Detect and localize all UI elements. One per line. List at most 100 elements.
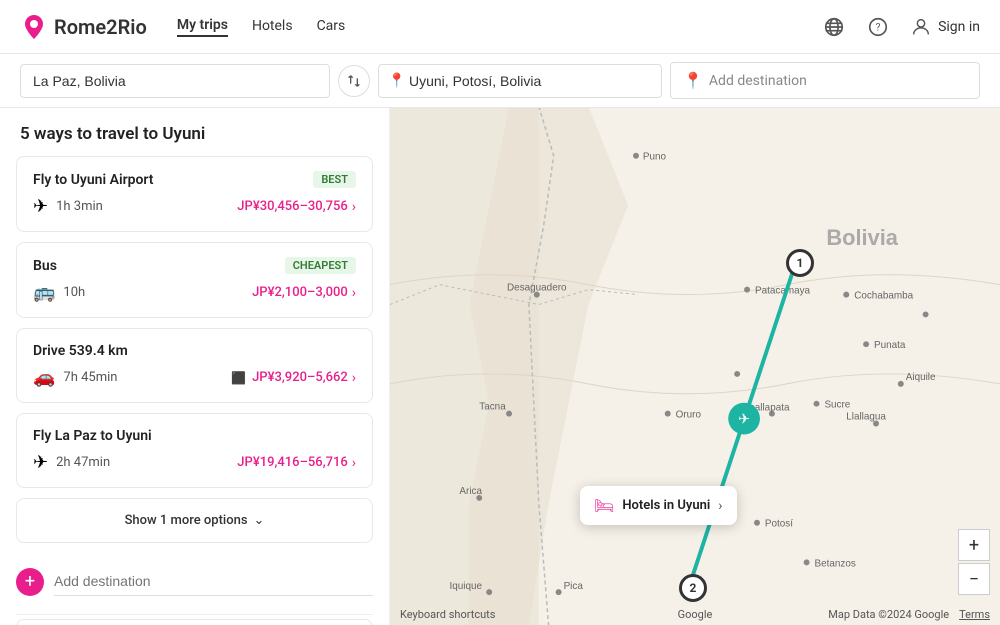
bus-icon: 🚌 [33,282,55,303]
route-left-2: 🚗 7h 45min [33,367,117,388]
plane-icon-3: ✈ [33,452,48,473]
show-more-label: Show 1 more options [125,513,248,528]
route-header-fly-uyuni: Fly to Uyuni Airport BEST [33,171,356,188]
route-card-bus[interactable]: Bus CHEAPEST 🚌 10h JP¥2,100–3,000 › [16,242,373,318]
svg-text:Aiquile: Aiquile [906,372,936,383]
svg-text:Pica: Pica [564,581,584,592]
map-marker-1: 1 [786,249,814,277]
route-chevron-0: › [352,199,356,215]
route-price-0: JP¥30,456–30,756 › [237,199,356,215]
keyboard-shortcuts[interactable]: Keyboard shortcuts [400,608,495,621]
hotels-card[interactable]: 🛏 Hotels in Uyuni Compare stays ↗ [16,619,373,625]
marker-label-2: 2 [690,581,697,595]
help-icon[interactable]: ? [866,15,890,39]
route-details-1: 🚌 10h JP¥2,100–3,000 › [33,282,356,303]
origin-input[interactable] [20,64,330,98]
terms-link[interactable]: Terms [959,608,990,621]
route-chevron-3: › [352,455,356,471]
add-destination-input[interactable] [54,567,373,596]
route-header-drive: Drive 539.4 km [33,343,356,359]
zoom-in-button[interactable]: + [958,529,990,561]
swap-button[interactable] [338,65,370,97]
map-terms-area: Map Data ©2024 Google Terms [828,608,990,621]
destination-wrapper: 📍 [378,64,662,98]
route-price-3: JP¥19,416–56,716 › [237,455,356,471]
sign-in-label: Sign in [938,19,980,35]
add-dest-pin-icon: 📍 [683,71,703,90]
svg-text:Desaguadero: Desaguadero [507,283,567,294]
logo-text: Rome2Rio [54,15,147,39]
route-card-fly-uyuni[interactable]: Fly to Uyuni Airport BEST ✈ 1h 3min JP¥3… [16,156,373,232]
google-logo: Google [678,608,713,621]
route-time-2: 7h 45min [63,370,117,385]
route-name-0: Fly to Uyuni Airport [33,172,154,188]
svg-text:Punata: Punata [874,340,906,351]
left-panel: 5 ways to travel to Uyuni Fly to Uyuni A… [0,108,390,625]
map-controls: + − [958,529,990,595]
show-more-chevron-icon: ⌄ [254,513,265,528]
marker-label-1: 1 [797,256,804,270]
car-icon: 🚗 [33,367,55,388]
badge-best: BEST [313,171,356,188]
add-destination-label: Add destination [709,73,807,89]
svg-text:Betanzos: Betanzos [815,558,856,569]
sign-in-button[interactable]: Sign in [910,16,980,38]
svg-text:Tacna: Tacna [479,402,506,413]
logo-icon [20,13,48,41]
nav-my-trips[interactable]: My trips [177,17,228,37]
popup-hotel-icon: 🛏 [594,496,614,515]
route-header-fly-lapaz: Fly La Paz to Uyuni [33,428,356,444]
badge-cheapest: CHEAPEST [285,257,356,274]
header-right: ? Sign in [822,15,980,39]
currency-icon-2: ⬛ [231,371,246,385]
show-more-button[interactable]: Show 1 more options ⌄ [16,498,373,543]
globe-icon[interactable] [822,15,846,39]
svg-text:Iquique: Iquique [450,581,483,592]
route-time-3: 2h 47min [56,455,110,470]
svg-text:Arica: Arica [459,486,482,497]
price-text-1: JP¥2,100–3,000 [252,285,348,300]
route-details-0: ✈ 1h 3min JP¥30,456–30,756 › [33,196,356,217]
main-nav: My trips Hotels Cars [177,17,345,37]
route-price-1: JP¥2,100–3,000 › [252,285,356,301]
panel-title: 5 ways to travel to Uyuni [0,108,389,156]
map-marker-2: 2 [679,574,707,602]
price-text-2: JP¥3,920–5,662 [252,370,348,385]
google-attribution: Google [678,608,713,621]
svg-text:Cochabamba: Cochabamba [854,291,913,302]
price-text-0: JP¥30,456–30,756 [237,199,347,214]
svg-text:Potosí: Potosí [765,519,793,530]
popup-chevron-icon: › [718,498,722,514]
nav-hotels[interactable]: Hotels [252,18,293,36]
destination-input[interactable] [378,64,662,98]
route-card-fly-lapaz[interactable]: Fly La Paz to Uyuni ✈ 2h 47min JP¥19,416… [16,413,373,488]
nav-cars[interactable]: Cars [317,18,346,36]
svg-text:Puno: Puno [643,152,667,163]
route-name-1: Bus [33,258,57,274]
map-svg: Bolivia Puno Desaguadero Tacna Arica Iqu… [390,108,1000,625]
zoom-out-button[interactable]: − [958,563,990,595]
add-destination-plus-button[interactable]: + [16,568,44,596]
hotels-map-popup[interactable]: 🛏 Hotels in Uyuni › [580,486,737,525]
popup-text: Hotels in Uyuni [622,498,710,513]
add-destination-field[interactable]: 📍 Add destination [670,62,980,99]
map-data-label: Map Data ©2024 Google [828,608,949,621]
route-left-3: ✈ 2h 47min [33,452,110,473]
route-name-3: Fly La Paz to Uyuni [33,428,152,444]
search-bar: 📍 📍 Add destination [0,54,1000,108]
svg-text:Bolivia: Bolivia [826,225,898,250]
route-details-2: 🚗 7h 45min ⬛ JP¥3,920–5,662 › [33,367,356,388]
svg-text:Patacamaya: Patacamaya [755,286,811,297]
price-text-3: JP¥19,416–56,716 [237,455,347,470]
svg-text:Llallagua: Llallagua [846,412,886,423]
route-time-1: 10h [63,285,85,300]
svg-text:Sucre: Sucre [824,400,850,411]
route-header-bus: Bus CHEAPEST [33,257,356,274]
logo[interactable]: Rome2Rio [20,13,147,41]
svg-text:✈: ✈ [738,412,750,428]
route-left-1: 🚌 10h [33,282,85,303]
route-card-drive[interactable]: Drive 539.4 km 🚗 7h 45min ⬛ JP¥3,920–5,6… [16,328,373,403]
svg-text:Oruro: Oruro [676,410,702,421]
route-details-3: ✈ 2h 47min JP¥19,416–56,716 › [33,452,356,473]
add-destination-row: + [0,557,389,610]
